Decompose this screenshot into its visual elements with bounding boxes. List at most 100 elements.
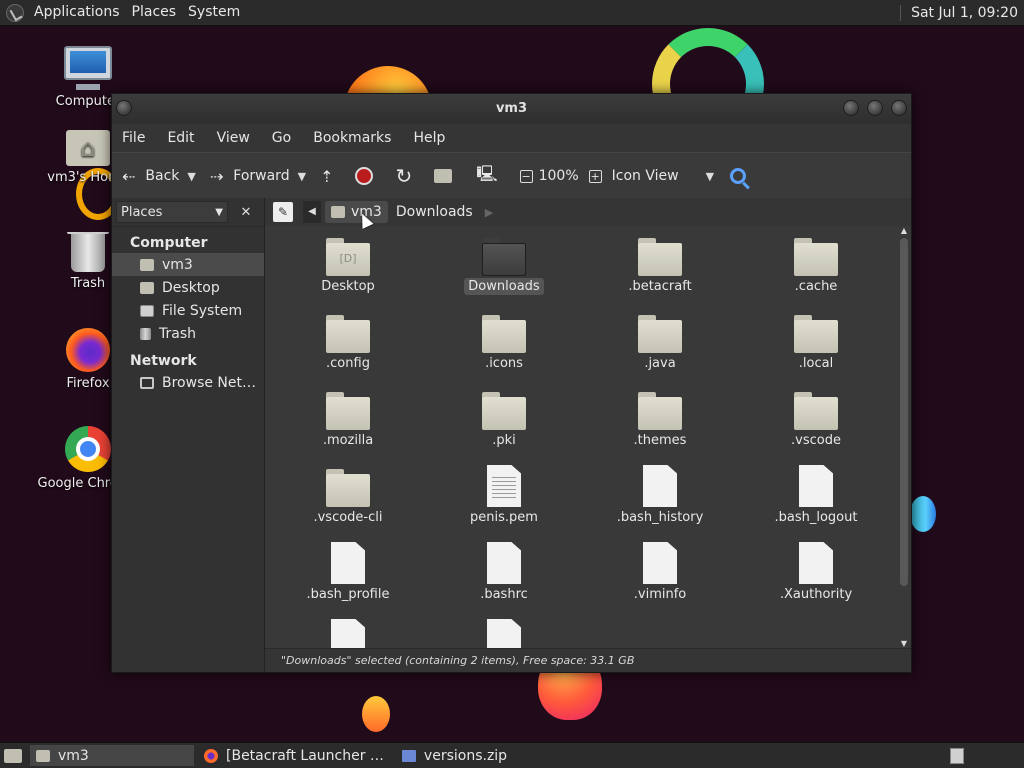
file-item[interactable]: .bash_logout: [761, 465, 871, 526]
folder-icon: [794, 238, 838, 276]
edit-location-icon[interactable]: ✎: [273, 202, 293, 222]
file-icon: [487, 542, 521, 584]
system-menu[interactable]: System: [184, 0, 248, 25]
sidebar: Places ▼ ✕ Computer vm3 Desktop File Sys…: [112, 198, 265, 672]
file-item[interactable]: .Xauthority: [761, 542, 871, 603]
clock[interactable]: Sat Jul 1, 09:20: [900, 4, 1024, 21]
minimize-button[interactable]: [843, 100, 859, 116]
chevron-down-icon: ▼: [215, 206, 223, 218]
path-right-arrow-icon[interactable]: ▶: [485, 206, 493, 219]
maximize-button[interactable]: [867, 100, 883, 116]
file-item[interactable]: .local: [761, 315, 871, 372]
view-mode-select[interactable]: Icon View: [612, 168, 704, 184]
icon-view[interactable]: [D] Desktop Downloads .betacraft .cache …: [265, 226, 897, 648]
firefox-icon: [204, 748, 218, 763]
file-item[interactable]: .mozilla: [293, 392, 403, 449]
back-arrow-icon: ⇠: [122, 166, 136, 186]
menu-help[interactable]: Help: [403, 130, 457, 146]
sidebar-item-trash[interactable]: Trash: [112, 322, 264, 345]
file-item[interactable]: .bash_profile: [293, 542, 403, 603]
file-item[interactable]: .cache: [761, 238, 871, 295]
forward-history-dropdown[interactable]: ▼: [296, 170, 314, 183]
sidebar-item-vm3[interactable]: vm3: [112, 253, 264, 276]
file-item[interactable]: .vscode: [761, 392, 871, 449]
file-item[interactable]: .config: [293, 315, 403, 372]
taskbar-item-vm3[interactable]: vm3: [30, 745, 194, 766]
sidebar-item-desktop[interactable]: Desktop: [112, 276, 264, 299]
toolbar: ⇠ Back ▼ ⇢ Forward ▼ ⇡ ↻ 🖳 − 100% + Icon…: [112, 152, 911, 200]
file-icon: [799, 465, 833, 507]
window-menu-button[interactable]: [116, 100, 132, 116]
zoom-level[interactable]: 100%: [539, 168, 579, 184]
taskbar-item-betacraft[interactable]: [Betacraft Launcher …: [198, 745, 392, 766]
view-mode-dropdown[interactable]: ▼: [704, 170, 722, 183]
reload-button[interactable]: ↻: [385, 164, 424, 188]
menu-go[interactable]: Go: [262, 130, 303, 146]
back-history-dropdown[interactable]: ▼: [185, 170, 203, 183]
menu-bookmarks[interactable]: Bookmarks: [303, 130, 403, 146]
file-item[interactable]: .bashrc: [449, 542, 559, 603]
menu-file[interactable]: File: [112, 130, 157, 146]
folder-icon: [326, 469, 370, 507]
sidebar-group-computer: Computer: [130, 235, 208, 251]
scroll-down-icon[interactable]: ▼: [897, 639, 911, 648]
distro-logo-icon[interactable]: [6, 3, 24, 22]
computer-button[interactable]: 🖳: [466, 163, 509, 190]
applications-menu[interactable]: Applications: [30, 0, 128, 25]
file-item[interactable]: Downloads: [449, 238, 559, 295]
forward-arrow-icon: ⇢: [209, 166, 224, 186]
file-item[interactable]: .viminfo: [605, 542, 715, 603]
sidebar-item-browse-network[interactable]: Browse Net…: [112, 371, 264, 394]
folder-icon: [482, 238, 526, 276]
folder-icon: [326, 392, 370, 430]
stop-button[interactable]: [345, 167, 385, 185]
reload-icon: ↻: [395, 164, 413, 188]
vertical-scrollbar[interactable]: ▲ ▼: [897, 226, 911, 648]
home-folder-icon: [434, 169, 453, 183]
status-bar: "Downloads" selected (containing 2 items…: [265, 648, 911, 672]
computer-icon: [64, 46, 112, 90]
menu-view[interactable]: View: [207, 130, 262, 146]
file-item[interactable]: .icons: [449, 315, 559, 372]
zoom-out-icon[interactable]: −: [519, 169, 533, 183]
stop-icon: [355, 167, 374, 185]
file-item[interactable]: [293, 619, 403, 648]
file-item[interactable]: .bash_history: [605, 465, 715, 526]
file-icon: [487, 619, 521, 648]
sidebar-pane-select[interactable]: Places ▼: [116, 201, 228, 223]
desktop-folder-icon: [140, 281, 154, 294]
workspace-switcher[interactable]: [950, 747, 964, 764]
folder-icon: [326, 315, 370, 353]
show-desktop-icon[interactable]: [4, 748, 22, 763]
home-button[interactable]: [424, 169, 466, 183]
close-button[interactable]: [891, 100, 907, 116]
taskbar-item-versions-zip[interactable]: versions.zip: [396, 745, 515, 766]
close-sidebar-icon[interactable]: ✕: [234, 205, 258, 220]
search-icon[interactable]: [730, 168, 747, 184]
breadcrumb-vm3[interactable]: vm3: [325, 201, 388, 223]
sidebar-item-file-system[interactable]: File System: [112, 299, 264, 322]
up-button[interactable]: ⇡: [314, 167, 345, 186]
scrollbar-thumb[interactable]: [900, 238, 908, 586]
menu-edit[interactable]: Edit: [157, 130, 206, 146]
path-left-arrow-icon[interactable]: ◀: [303, 201, 321, 223]
file-item[interactable]: [449, 619, 559, 648]
file-item[interactable]: .vscode-cli: [293, 469, 403, 526]
file-item[interactable]: .betacraft: [605, 238, 715, 295]
home-folder-icon: [66, 130, 110, 166]
scroll-up-icon[interactable]: ▲: [897, 226, 911, 235]
up-arrow-icon: ⇡: [320, 166, 334, 186]
folder-icon: [482, 315, 526, 353]
file-item[interactable]: .themes: [605, 392, 715, 449]
forward-button[interactable]: ⇢ Forward: [204, 167, 296, 186]
places-menu[interactable]: Places: [128, 0, 185, 25]
file-item[interactable]: .java: [605, 315, 715, 372]
folder-icon: [638, 315, 682, 353]
back-button[interactable]: ⇠ Back: [112, 167, 185, 186]
file-item[interactable]: .pki: [449, 392, 559, 449]
file-item[interactable]: penis.pem: [449, 465, 559, 526]
breadcrumb-downloads[interactable]: Downloads: [390, 201, 479, 223]
file-item[interactable]: [D] Desktop: [293, 238, 403, 295]
window-titlebar[interactable]: vm3: [112, 94, 911, 124]
zoom-in-icon[interactable]: +: [588, 169, 602, 183]
